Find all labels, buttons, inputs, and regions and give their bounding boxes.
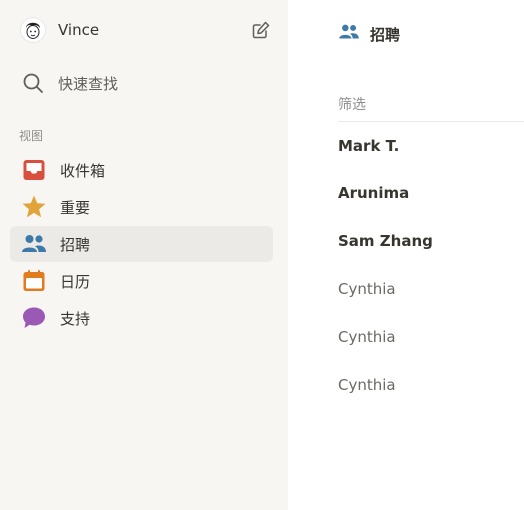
edit-icon [252, 21, 270, 39]
list-item[interactable]: Cynthia [338, 265, 524, 313]
list-item[interactable]: Cynthia [338, 361, 524, 409]
sidebar-item-inbox[interactable]: 收件箱 [10, 152, 273, 188]
sidebar-item-calendar[interactable]: 日历 [10, 263, 273, 299]
divider [338, 121, 524, 122]
search-icon [23, 73, 43, 93]
inbox-icon [21, 157, 47, 183]
calendar-icon [21, 268, 47, 294]
views-section-label: 视图 [19, 129, 44, 143]
list-item[interactable]: Mark T. [338, 123, 524, 169]
people-icon [338, 23, 360, 45]
list-item[interactable]: Sam Zhang [338, 217, 524, 265]
views-nav: 收件箱 重要 招聘 日历 支持 [10, 152, 273, 337]
sidebar-item-label: 招聘 [60, 235, 91, 254]
sidebar: Vince 快速查找 视图 收件箱 重要 招聘 日历 支持 [0, 0, 288, 510]
sidebar-item-label: 支持 [60, 309, 91, 328]
quick-find-button[interactable]: 快速查找 [22, 70, 118, 96]
compose-button[interactable] [250, 19, 272, 41]
sidebar-item-important[interactable]: 重要 [10, 189, 273, 225]
sidebar-item-support[interactable]: 支持 [10, 300, 273, 336]
star-icon [21, 194, 47, 220]
quick-find-label: 快速查找 [58, 74, 119, 93]
list-item[interactable]: Arunima [338, 169, 524, 217]
people-icon [21, 231, 47, 257]
filter-button[interactable]: 筛选 [338, 94, 366, 114]
page-header: 招聘 [338, 22, 400, 46]
user-name: Vince [58, 21, 100, 39]
user-switcher[interactable]: Vince [20, 16, 272, 44]
chat-bubble-icon [21, 305, 47, 331]
candidate-list: Mark T. Arunima Sam Zhang Cynthia Cynthi… [338, 123, 524, 409]
avatar[interactable] [20, 17, 46, 43]
sidebar-item-recruiting[interactable]: 招聘 [10, 226, 273, 262]
list-item[interactable]: Cynthia [338, 313, 524, 361]
sidebar-item-label: 收件箱 [60, 161, 106, 180]
page-title: 招聘 [370, 25, 401, 44]
main-panel: 招聘 筛选 Mark T. Arunima Sam Zhang Cynthia … [288, 0, 524, 510]
sidebar-item-label: 重要 [60, 198, 91, 217]
sidebar-item-label: 日历 [60, 272, 91, 291]
